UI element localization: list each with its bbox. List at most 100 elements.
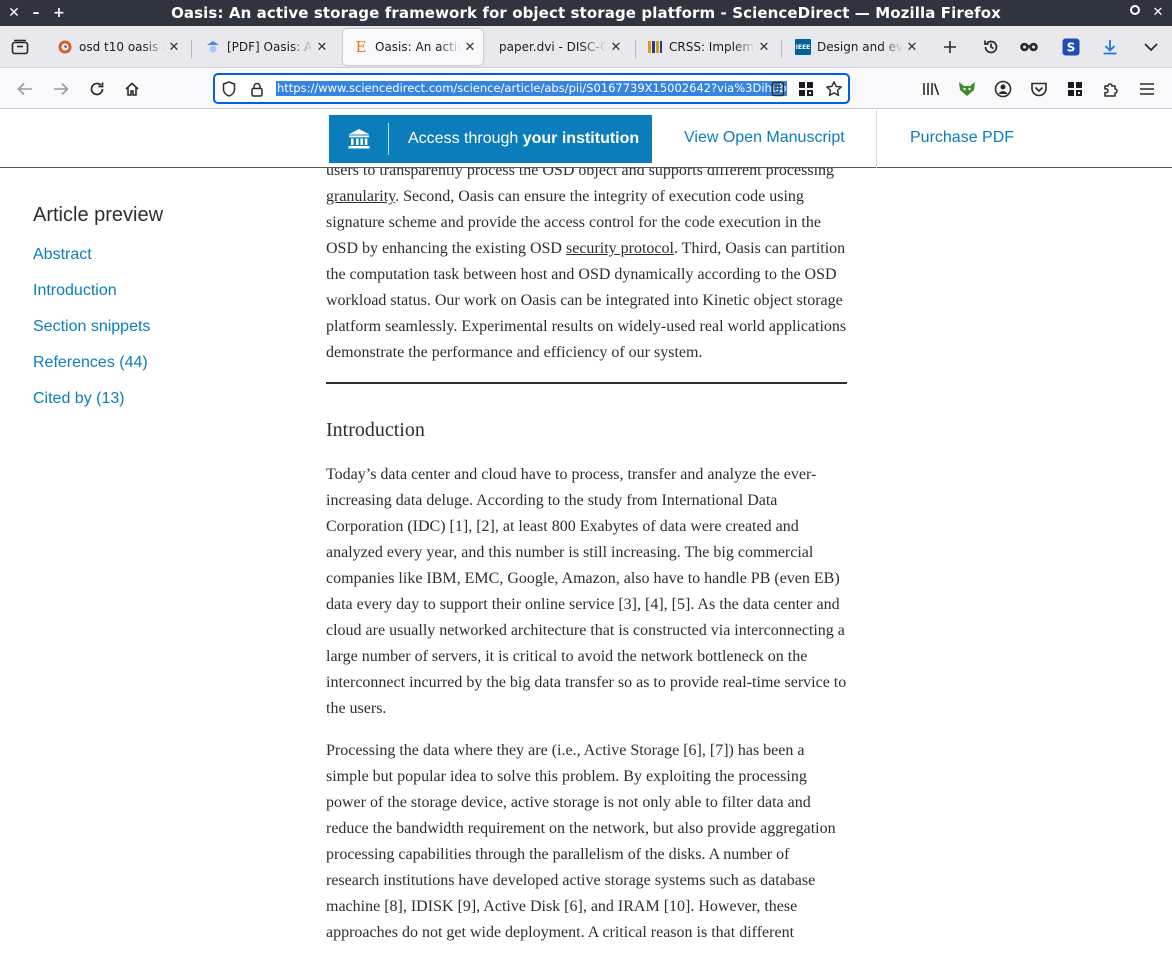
tab-label: CRSS: Implementation: [669, 40, 755, 54]
abstract-text-span: . Second, Oasis can ensure the integrity…: [395, 188, 804, 205]
elsevier-icon: E: [355, 38, 367, 56]
view-open-manuscript-link[interactable]: View Open Manuscript: [684, 129, 845, 147]
paragraph-line: Today’s data center and cloud have to pr…: [326, 466, 817, 483]
paragraph-line: research institutions have developed act…: [326, 872, 816, 889]
tab-divider: [191, 40, 192, 58]
extensions-puzzle-icon[interactable]: [1098, 76, 1124, 102]
abstract-line: demonstrate the performance and efficien…: [326, 344, 703, 361]
tab-crss[interactable]: CRSS: Implementation ✕: [637, 29, 777, 65]
paragraph-line: Processing the data where they are (i.e.…: [326, 742, 805, 759]
bookmark-star-icon[interactable]: [824, 79, 844, 99]
lock-icon[interactable]: [247, 79, 267, 99]
tab-bar: osd t10 oasis at DuckDuckGo ✕ [PDF] Oasi…: [0, 26, 1172, 68]
sidebar-link-abstract[interactable]: Abstract: [33, 246, 163, 282]
home-icon[interactable]: [119, 76, 145, 102]
window-close-right-icon[interactable]: ✕: [1148, 3, 1168, 23]
abstract-text: users to transparently process the OSD o…: [326, 158, 848, 366]
paragraph-line: processing capabilities through the para…: [326, 846, 790, 863]
pocket-icon[interactable]: [1026, 76, 1052, 102]
crss-icon: [647, 39, 663, 55]
paragraph-line: approaches do not get wide deployment. A…: [326, 924, 795, 941]
security-protocol-link[interactable]: security protocol: [566, 240, 674, 257]
section-divider: [326, 382, 847, 384]
back-icon[interactable]: [12, 76, 38, 102]
sidebar-link-cited-by[interactable]: Cited by (13): [33, 390, 163, 426]
private-browsing-icon[interactable]: [1016, 34, 1042, 60]
forward-icon[interactable]: [48, 76, 74, 102]
abstract-text-span: OSD by enhancing the existing OSD: [326, 240, 566, 257]
tab-label: osd t10 oasis at DuckDuckGo: [79, 40, 165, 54]
paragraph-line: large number of servers, it is critical …: [326, 648, 808, 665]
tab-close-icon[interactable]: ✕: [903, 40, 921, 55]
window-titlebar: ✕ – + Oasis: An active storage framework…: [0, 0, 1172, 26]
paragraph-line: analyzed every year, and this number is …: [326, 540, 850, 566]
paragraph-line: increasing data deluge. According to the…: [326, 492, 778, 509]
paragraph-text-span: (even EB): [770, 570, 840, 587]
tab-close-icon[interactable]: ✕: [755, 40, 773, 55]
account-s-icon[interactable]: S: [1058, 34, 1084, 60]
tab-close-icon[interactable]: ✕: [461, 40, 479, 55]
paragraph-line: cloud are usually networked architecture…: [326, 622, 845, 639]
chevron-down-icon[interactable]: [1138, 34, 1164, 60]
paragraph-line: power of the storage device, active stor…: [326, 794, 811, 811]
sidebar-link-introduction[interactable]: Introduction: [33, 282, 163, 318]
window-menu-icon[interactable]: [1125, 3, 1145, 23]
tracking-protection-shield-icon[interactable]: [219, 79, 239, 99]
paragraph-line: the users.: [326, 700, 387, 717]
qr-grid-icon[interactable]: [1062, 76, 1088, 102]
downloads-icon[interactable]: [1097, 34, 1123, 60]
new-tab-icon[interactable]: [937, 34, 963, 60]
firefox-view-icon[interactable]: [7, 34, 33, 60]
granularity-link[interactable]: granularity: [326, 188, 395, 205]
abstract-line: workload status. Our work on Oasis can b…: [326, 292, 843, 309]
tab-duckduckgo[interactable]: osd t10 oasis at DuckDuckGo ✕: [47, 29, 187, 65]
abstract-text-span: . Third, Oasis can partition: [673, 240, 846, 257]
tab-ieee-design[interactable]: IEEE Design and evaluation ✕: [785, 29, 925, 65]
fox-extension-icon[interactable]: [954, 76, 980, 102]
access-button-label: Access through your institution: [389, 130, 639, 148]
history-icon[interactable]: [978, 34, 1004, 60]
tab-divider: [781, 40, 782, 58]
access-label-bold: your institution: [522, 130, 640, 147]
paragraph-line: data every day to support their online s…: [326, 596, 840, 613]
tab-label: paper.dvi - DISC-OSD-active: [499, 40, 607, 54]
article-preview-sidebar: Article preview Abstract Introduction Se…: [33, 204, 163, 426]
tab-close-icon[interactable]: ✕: [607, 40, 625, 55]
reload-icon[interactable]: [84, 76, 110, 102]
abstract-line: granularity. Second, Oasis can ensure th…: [326, 184, 848, 210]
selected-text[interactable]: The big commercial: [685, 544, 814, 561]
tab-label: Design and evaluation: [817, 40, 903, 54]
extensions-grid-icon[interactable]: [796, 79, 816, 99]
tab-divider: [635, 40, 636, 58]
institution-icon: [329, 123, 389, 155]
url-bar[interactable]: https://www.sciencedirect.com/science/ar…: [213, 73, 850, 104]
scholar-icon: [205, 39, 221, 55]
paragraph-line: simple but popular idea to solve this pr…: [326, 768, 807, 785]
paragraph-line: Corporation (IDC) [1], [2], at least 800…: [326, 518, 799, 535]
article-preview-title: Article preview: [33, 204, 164, 226]
paragraph-line: companies like IBM, EMC, Google, Amazon,…: [326, 566, 850, 592]
window-title: Oasis: An active storage framework for o…: [171, 4, 1001, 22]
reader-view-icon[interactable]: [768, 79, 788, 99]
sidebar-link-references[interactable]: References (44): [33, 354, 163, 390]
tab-paper-dvi[interactable]: paper.dvi - DISC-OSD-active ✕: [489, 29, 629, 65]
tab-pdf-oasis[interactable]: [PDF] Oasis: An active storage framework…: [195, 29, 335, 65]
url-text[interactable]: https://www.sciencedirect.com/science/ar…: [276, 81, 788, 96]
account-icon[interactable]: [990, 76, 1016, 102]
hamburger-menu-icon[interactable]: [1134, 76, 1160, 102]
access-through-institution-button[interactable]: Access through your institution: [329, 115, 652, 163]
paragraph-text-span: analyzed every year, and this number is …: [326, 544, 685, 561]
abstract-line: the computation task between host and OS…: [326, 266, 837, 283]
paragraph-line: reduce the bandwidth requirement on the …: [326, 820, 836, 837]
ieee-icon: IEEE: [795, 39, 811, 55]
tab-close-icon[interactable]: ✕: [313, 40, 331, 55]
abstract-line: signature scheme and provide the access …: [326, 214, 821, 231]
paragraph-line: interconnect incurred by the big data tr…: [326, 674, 847, 691]
tab-close-icon[interactable]: ✕: [165, 40, 183, 55]
selected-text[interactable]: companies like IBM, EMC, Google, Amazon,…: [326, 570, 770, 587]
purchase-pdf-link[interactable]: Purchase PDF: [910, 129, 1014, 147]
sidebar-link-section-snippets[interactable]: Section snippets: [33, 318, 163, 354]
library-icon[interactable]: [918, 76, 944, 102]
abstract-line: OSD by enhancing the existing OSD securi…: [326, 236, 848, 262]
tab-oasis-sciencedirect[interactable]: E Oasis: An active storage framework ✕: [343, 29, 483, 65]
